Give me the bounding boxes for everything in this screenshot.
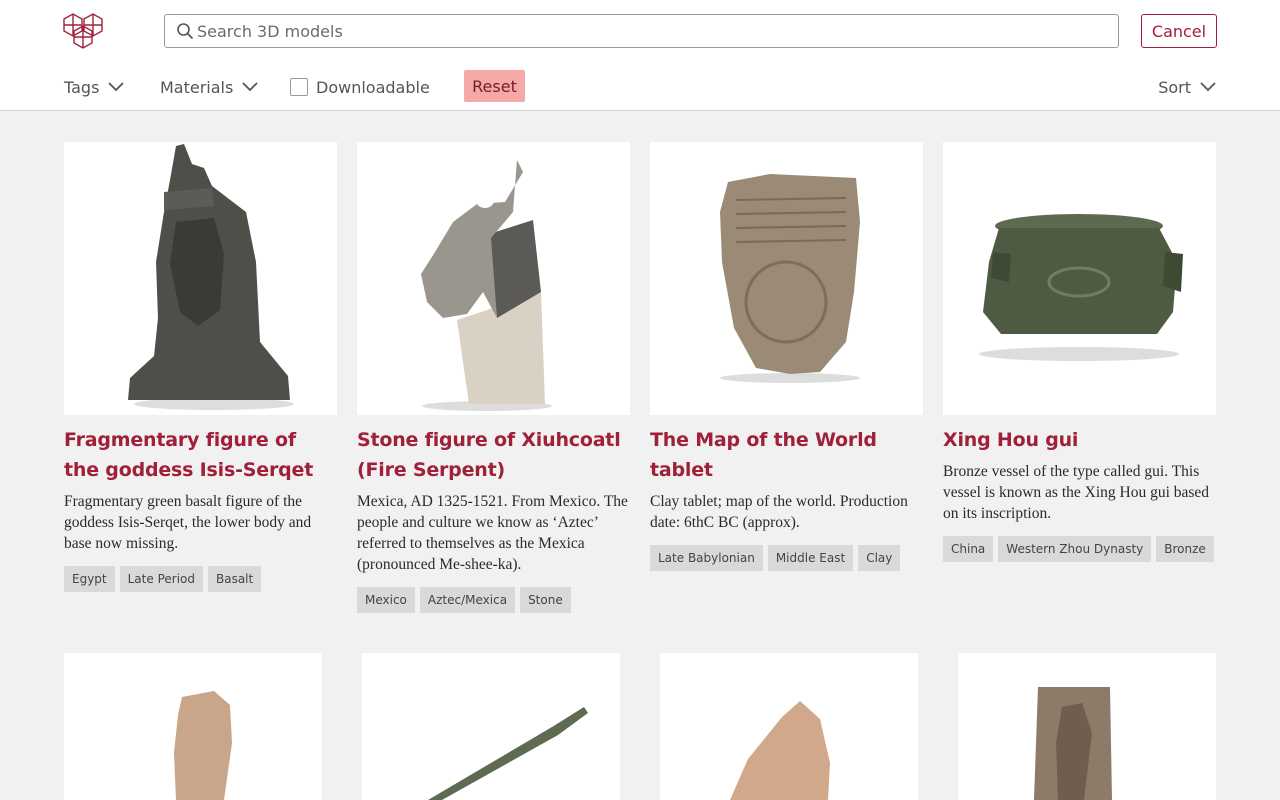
tag-list: Egypt Late Period Basalt	[64, 566, 337, 592]
model-description: Mexica, AD 1325-1521. From Mexico. The p…	[357, 493, 628, 573]
sort-dropdown[interactable]: Sort	[1158, 74, 1216, 100]
tag[interactable]: Late Babylonian	[650, 545, 763, 571]
tag[interactable]: Mexico	[357, 587, 415, 613]
model-thumbnail[interactable]	[64, 142, 337, 415]
chevron-down-icon	[242, 82, 258, 92]
model-description: Clay tablet; map of the world. Productio…	[650, 493, 908, 531]
tag[interactable]: Basalt	[207, 566, 262, 592]
model-card[interactable]: The Map of the World tablet Clay tablet;…	[650, 142, 923, 571]
model-thumbnail[interactable]	[64, 653, 322, 800]
tag-list: Mexico Aztec/Mexica Stone	[357, 587, 630, 613]
tag-list: China Western Zhou Dynasty Bronze	[943, 536, 1216, 562]
cancel-button[interactable]: Cancel	[1141, 14, 1217, 48]
search-input[interactable]	[197, 16, 1097, 46]
relief-panel-image	[1034, 687, 1112, 800]
model-card[interactable]: Xing Hou gui Bronze vessel of the type c…	[943, 142, 1216, 562]
museum-logo-icon[interactable]	[62, 11, 106, 51]
model-description: Bronze vessel of the type called gui. Th…	[943, 463, 1210, 522]
materials-filter-dropdown[interactable]: Materials	[160, 74, 258, 100]
downloadable-label: Downloadable	[316, 77, 430, 97]
chevron-down-icon	[1200, 82, 1216, 92]
sort-label: Sort	[1158, 77, 1191, 97]
clay-fragment-image	[730, 701, 830, 800]
downloadable-checkbox[interactable]: Downloadable	[290, 74, 430, 100]
reset-button[interactable]: Reset	[464, 70, 525, 102]
top-bar: Cancel Tags Materials Downloadable Reset…	[0, 0, 1280, 111]
tag-list: Late Babylonian Middle East Clay	[650, 545, 923, 571]
tags-filter-label: Tags	[64, 77, 100, 97]
tag[interactable]: Western Zhou Dynasty	[998, 536, 1152, 562]
isis-serqet-figure-image	[128, 144, 294, 410]
stone-head-image	[174, 691, 232, 800]
model-thumbnail[interactable]	[362, 653, 620, 800]
model-card[interactable]: Stone figure of Xiuhcoatl (Fire Serpent)…	[357, 142, 630, 613]
model-thumbnail[interactable]	[357, 142, 630, 415]
model-thumbnail[interactable]	[660, 653, 918, 800]
model-thumbnail[interactable]	[958, 653, 1216, 800]
checkbox-box[interactable]	[290, 78, 308, 96]
tags-filter-dropdown[interactable]: Tags	[64, 74, 125, 100]
model-card[interactable]: Fragmentary figure of the goddess Isis-S…	[64, 142, 337, 592]
materials-filter-label: Materials	[160, 77, 234, 97]
model-title[interactable]: Stone figure of Xiuhcoatl (Fire Serpent)	[357, 425, 630, 485]
model-title[interactable]: The Map of the World tablet	[650, 425, 923, 485]
tag[interactable]: Clay	[858, 545, 901, 571]
model-title[interactable]: Fragmentary figure of the goddess Isis-S…	[64, 425, 337, 485]
search-icon	[177, 23, 193, 39]
model-thumbnail[interactable]	[943, 142, 1216, 415]
search-box[interactable]	[164, 14, 1119, 48]
tag[interactable]: Late Period	[119, 566, 203, 592]
tag[interactable]: Middle East	[767, 545, 854, 571]
map-of-the-world-tablet-image	[720, 174, 860, 383]
model-title[interactable]: Xing Hou gui	[943, 425, 1216, 455]
xiuhcoatl-figure-image	[421, 160, 552, 411]
tag[interactable]: Egypt	[64, 566, 115, 592]
model-thumbnail[interactable]	[650, 142, 923, 415]
tag[interactable]: Stone	[520, 587, 571, 613]
xing-hou-gui-vessel-image	[979, 214, 1183, 361]
bronze-spearhead-image	[428, 707, 588, 800]
model-description: Fragmentary green basalt figure of the g…	[64, 493, 312, 552]
tag[interactable]: Aztec/Mexica	[419, 587, 516, 613]
chevron-down-icon	[108, 82, 125, 92]
tag[interactable]: China	[943, 536, 994, 562]
tag[interactable]: Bronze	[1156, 536, 1214, 562]
